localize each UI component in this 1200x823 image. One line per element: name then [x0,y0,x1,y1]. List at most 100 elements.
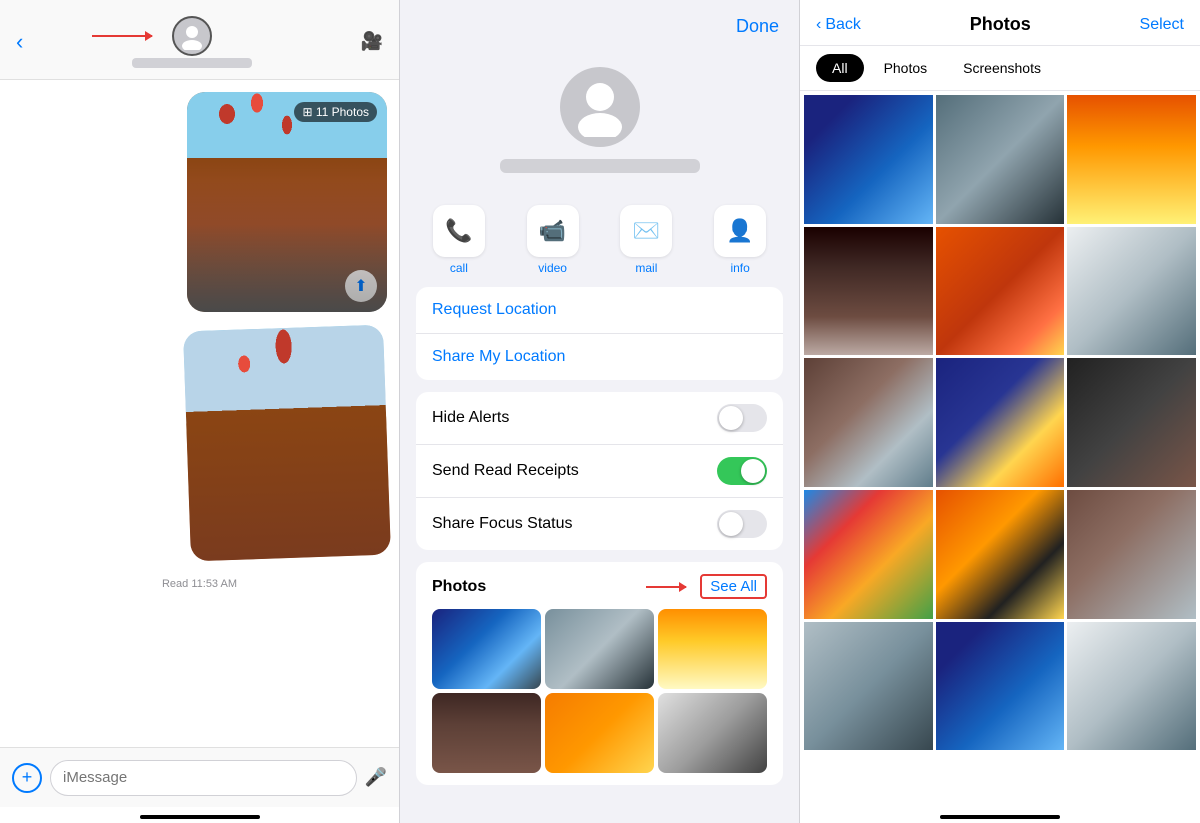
photo-cell-3[interactable] [1067,95,1196,224]
photo-cell-9[interactable] [1067,358,1196,487]
focus-status-toggle[interactable] [717,510,767,538]
photo-cell-7[interactable] [804,358,933,487]
info-label: info [730,261,749,275]
thumb-2[interactable] [545,609,654,689]
tab-screenshots[interactable]: Screenshots [947,54,1057,82]
photos-back-label: Back [825,16,861,34]
video-action-button[interactable]: 📹 video [514,205,592,275]
arrow-annotation [92,35,152,37]
mail-label: mail [635,261,657,275]
location-menu: Request Location Share My Location [416,287,783,380]
video-call-button[interactable]: 🎥 [361,31,383,52]
hide-alerts-toggle[interactable] [717,404,767,432]
contact-avatar[interactable] [172,16,212,56]
photo-image-2 [183,325,391,562]
photo-cell-13[interactable] [804,622,933,751]
focus-status-label: Share Focus Status [432,515,573,533]
photo-bubble-1[interactable]: ⬆ ⊞ 11 Photos [187,92,387,312]
photos-select-button[interactable]: Select [1140,16,1184,34]
info-contact-name [500,159,700,173]
chat-panel: ‹ 🎥 ⬆ ⊞ 11 Photos [0,0,400,823]
photos-home-indicator [800,807,1200,823]
toggle-knob-3 [719,512,743,536]
photo-cell-12[interactable] [1067,490,1196,619]
person-icon [178,22,206,50]
read-receipts-item: Send Read Receipts [416,445,783,498]
read-receipts-label: Send Read Receipts [432,462,579,480]
photo-cell-11[interactable] [936,490,1065,619]
share-location-label: Share My Location [432,348,565,366]
photo-cell-8[interactable] [936,358,1065,487]
toggle-knob [719,406,743,430]
see-all-container: See All [646,574,767,599]
share-location-item[interactable]: Share My Location [416,334,783,380]
read-timestamp: Read 11:53 AM [12,578,387,590]
photos-grid [800,91,1200,807]
chat-header-center [132,16,252,68]
see-all-arrow [646,586,686,588]
info-panel: Done 📞 call 📹 video ✉️ mail 👤 info [400,0,800,823]
photos-back-button[interactable]: ‹ Back [816,16,861,34]
info-person-icon [570,77,630,137]
save-icon[interactable]: ⬆ [345,270,377,302]
tab-all[interactable]: All [816,54,864,82]
photos-mini-grid [432,609,767,773]
video-icon: 📹 [527,205,579,257]
chat-header: ‹ 🎥 [0,0,399,80]
add-attachment-button[interactable]: + [12,763,42,793]
photo-cell-6[interactable] [1067,227,1196,356]
thumb-5[interactable] [545,693,654,773]
arrow-line [92,35,152,37]
photos-section: Photos See All [416,562,783,785]
photos-home-bar [940,815,1060,819]
photo-cell-10[interactable] [804,490,933,619]
photo-cell-2[interactable] [936,95,1065,224]
photo-image-1: ⬆ [187,92,387,312]
contact-avatar-container [172,16,212,56]
contact-name [132,58,252,68]
contact-section [400,47,799,193]
photo-count-badge: ⊞ 11 Photos [294,102,377,122]
mail-action-button[interactable]: ✉️ mail [608,205,686,275]
home-indicator [0,807,399,823]
thumb-6[interactable] [658,693,767,773]
read-receipts-toggle[interactable] [717,457,767,485]
thumb-1[interactable] [432,609,541,689]
info-action-button[interactable]: 👤 info [701,205,779,275]
call-icon: 📞 [433,205,485,257]
photos-tabs: All Photos Screenshots [800,46,1200,91]
photos-panel: ‹ Back Photos Select All Photos Screensh… [800,0,1200,823]
photos-grid-inner [804,95,1196,750]
request-location-item[interactable]: Request Location [416,287,783,334]
tab-photos[interactable]: Photos [868,54,944,82]
chat-messages: ⬆ ⊞ 11 Photos Read 11:53 AM [0,80,399,747]
photo-bubble-2[interactable] [187,328,387,558]
toggles-section: Hide Alerts Send Read Receipts Share Foc… [416,392,783,550]
focus-status-item: Share Focus Status [416,498,783,550]
call-action-button[interactable]: 📞 call [420,205,498,275]
back-button[interactable]: ‹ [16,29,23,55]
thumb-3[interactable] [658,609,767,689]
request-location-label: Request Location [432,301,557,319]
done-button[interactable]: Done [736,16,779,37]
home-bar [140,815,260,819]
toggle-knob-2 [741,459,765,483]
thumb-4[interactable] [432,693,541,773]
chevron-left-icon: ‹ [816,16,821,34]
photos-title: Photos [432,578,486,596]
mail-icon: ✉️ [620,205,672,257]
hide-alerts-label: Hide Alerts [432,409,509,427]
see-all-button[interactable]: See All [700,574,767,599]
photo-cell-4[interactable] [804,227,933,356]
photo-cell-5[interactable] [936,227,1065,356]
photo-cell-14[interactable] [936,622,1065,751]
mic-button[interactable]: 🎤 [365,767,387,788]
chat-input-area: + 🎤 [0,747,399,807]
photo-cell-15[interactable] [1067,622,1196,751]
info-header: Done [400,0,799,47]
hide-alerts-item: Hide Alerts [416,392,783,445]
photos-nav-header: ‹ Back Photos Select [800,0,1200,46]
info-avatar [560,67,640,147]
message-input[interactable] [50,760,357,796]
photo-cell-1[interactable] [804,95,933,224]
